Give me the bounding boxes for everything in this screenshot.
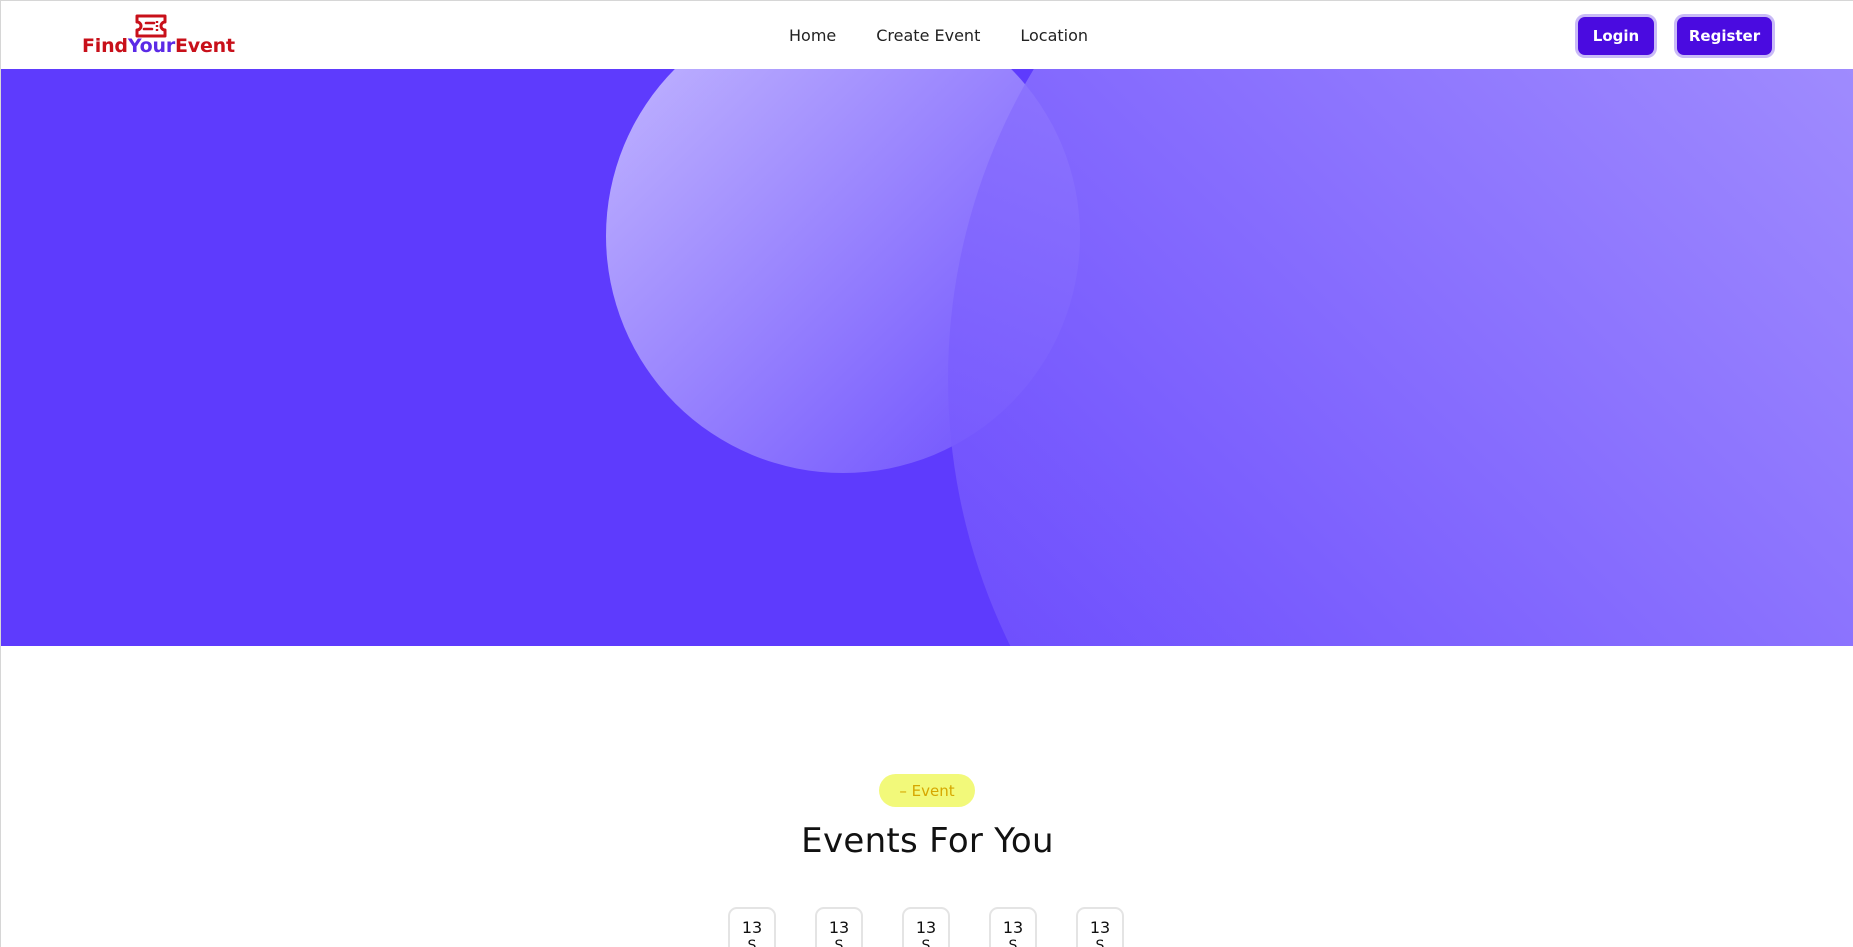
date-card[interactable]: 13 S xyxy=(902,907,950,947)
date-card[interactable]: 13 S xyxy=(815,907,863,947)
date-month: S xyxy=(834,938,844,947)
brand-name-part1: Find xyxy=(82,35,128,57)
date-card[interactable]: 13 S xyxy=(989,907,1037,947)
date-day: 13 xyxy=(828,918,850,937)
login-button[interactable]: Login xyxy=(1578,17,1654,55)
main-nav: Home Create Event Location xyxy=(789,1,1128,69)
date-day: 13 xyxy=(915,918,937,937)
date-card[interactable]: 13 S xyxy=(728,907,776,947)
page: FindYourEvent Home Create Event Location… xyxy=(0,0,1853,947)
date-filter-row: 13 S 13 S 13 S 13 S 13 S xyxy=(728,907,1163,947)
brand-name-part2: Your xyxy=(127,35,175,57)
brand-name-part3: Event xyxy=(175,35,235,57)
site-header: FindYourEvent Home Create Event Location… xyxy=(1,1,1853,69)
hero-decoration xyxy=(606,69,1853,646)
register-button[interactable]: Register xyxy=(1677,17,1772,55)
hero-banner xyxy=(1,69,1853,646)
date-day: 13 xyxy=(1002,918,1024,937)
nav-item-location[interactable]: Location xyxy=(1020,26,1088,45)
nav-item-home[interactable]: Home xyxy=(789,26,836,45)
date-month: S xyxy=(747,938,757,947)
date-day: 13 xyxy=(741,918,763,937)
hero-circle-large xyxy=(948,69,1853,646)
brand-name: FindYourEvent xyxy=(82,35,235,57)
nav-item-create-event[interactable]: Create Event xyxy=(876,26,980,45)
section-badge: – Event xyxy=(879,774,975,807)
date-month: S xyxy=(921,938,931,947)
date-card[interactable]: 13 S xyxy=(1076,907,1124,947)
date-month: S xyxy=(1008,938,1018,947)
date-month: S xyxy=(1095,938,1105,947)
section-title: Events For You xyxy=(801,821,1054,861)
brand-logo[interactable]: FindYourEvent xyxy=(82,14,235,60)
date-day: 13 xyxy=(1089,918,1111,937)
